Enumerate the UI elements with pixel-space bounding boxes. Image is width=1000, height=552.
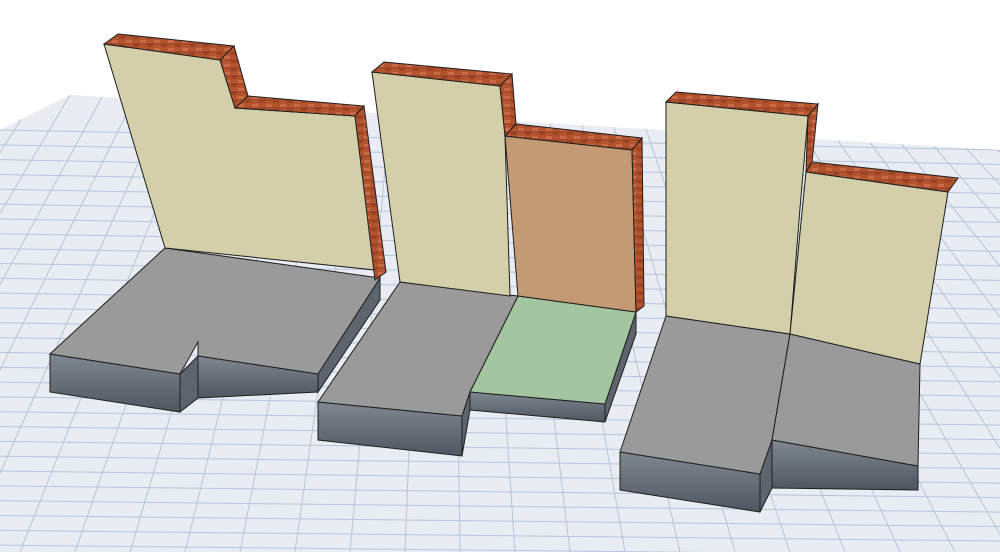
3d-viewport[interactable] — [0, 0, 1000, 552]
model-c-wall-face — [665, 101, 809, 335]
3d-scene[interactable] — [0, 0, 1000, 552]
model-b-wall-face-accent — [504, 135, 637, 313]
model-c-wall-face-2 — [789, 171, 949, 365]
